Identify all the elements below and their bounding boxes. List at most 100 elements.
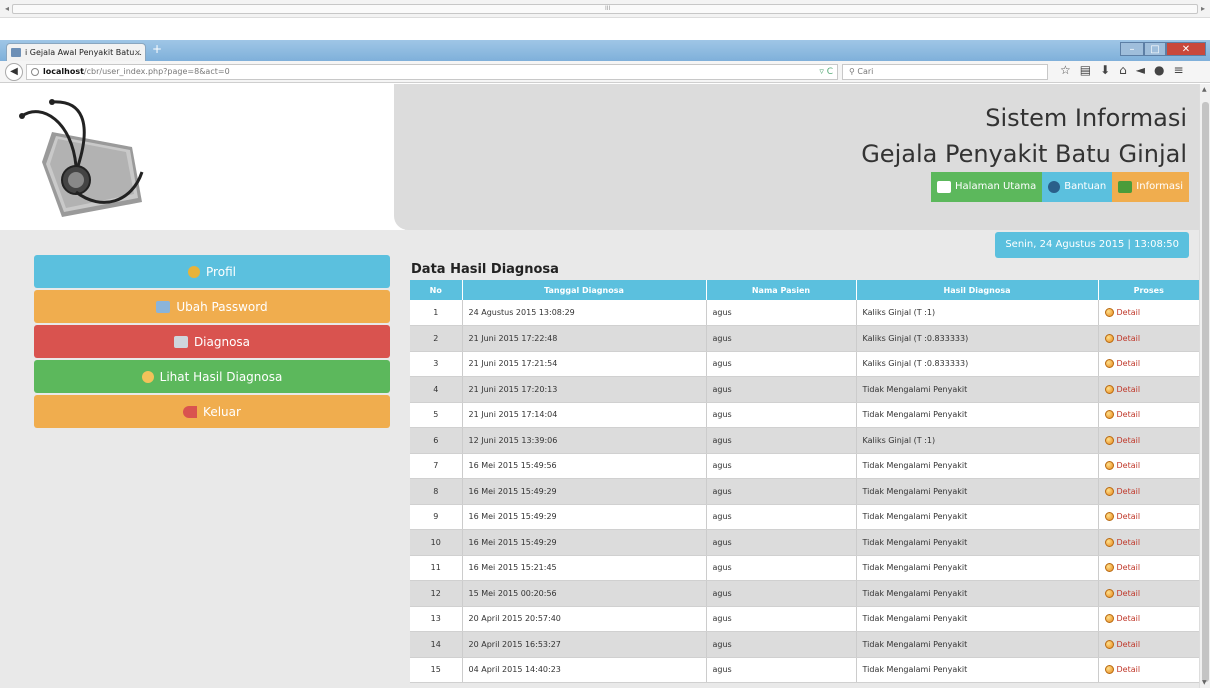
sidebar-item-keluar[interactable]: Keluar xyxy=(34,395,390,428)
detail-label: Detail xyxy=(1116,435,1141,445)
address-bar[interactable]: localhost/cbr/user_index.php?page=8&act=… xyxy=(26,64,838,80)
detail-link[interactable]: Detail xyxy=(1104,410,1200,420)
menu-icon[interactable]: ≡ xyxy=(1174,63,1184,77)
detail-link[interactable]: Detail xyxy=(1104,537,1200,547)
outer-horizontal-scrollbar[interactable]: ◂ III ▸ xyxy=(0,0,1210,18)
scroll-down-icon[interactable]: ▼ xyxy=(1202,679,1207,686)
cell-hasil: Tidak Mengalami Penyakit xyxy=(856,657,1099,683)
sidebar-menu: Profil Ubah Password Diagnosa Lihat Hasi… xyxy=(34,255,390,430)
detail-link[interactable]: Detail xyxy=(1104,333,1200,343)
header-logo-area xyxy=(0,84,405,230)
back-button[interactable]: ◀ xyxy=(5,63,23,81)
sidebar-item-diagnosa[interactable]: Diagnosa xyxy=(34,325,390,358)
scroll-right-icon[interactable]: ▸ xyxy=(1198,3,1208,15)
send-icon[interactable]: ◄ xyxy=(1136,63,1145,77)
nav-label: Halaman Utama xyxy=(955,181,1037,192)
browser-tab[interactable]: i Gejala Awal Penyakit Batu... × xyxy=(6,43,146,61)
nav-bantuan[interactable]: Bantuan xyxy=(1042,172,1113,202)
burger-icon xyxy=(141,370,154,383)
detail-label: Detail xyxy=(1116,410,1141,420)
sidebar-item-ubah-password[interactable]: Ubah Password xyxy=(34,290,390,323)
cell-tanggal: 21 Juni 2015 17:22:48 xyxy=(462,325,707,352)
detail-link[interactable]: Detail xyxy=(1104,665,1200,675)
cell-tanggal: 16 Mei 2015 15:49:29 xyxy=(462,529,707,556)
detail-link[interactable]: Detail xyxy=(1104,639,1200,649)
cell-hasil: Tidak Mengalami Penyakit xyxy=(856,555,1099,581)
detail-link[interactable]: Detail xyxy=(1104,563,1200,573)
detail-label: Detail xyxy=(1116,359,1141,369)
detail-icon xyxy=(1104,563,1114,573)
detail-icon xyxy=(1104,614,1114,624)
detail-link[interactable]: Detail xyxy=(1104,614,1200,624)
col-header-tanggal: Tanggal Diagnosa xyxy=(462,280,707,300)
tab-close-icon[interactable]: × xyxy=(134,44,141,61)
site-title-line1: Sistem Informasi xyxy=(985,104,1187,132)
site-title-line2: Gejala Penyakit Batu Ginjal xyxy=(861,140,1187,168)
detail-link[interactable]: Detail xyxy=(1104,359,1200,369)
table-body: 1 24 Agustus 2015 13:08:29 agus Kaliks Ginj… xyxy=(410,300,1199,683)
page-vertical-scrollbar[interactable]: ▲ ▼ xyxy=(1199,84,1210,688)
sidebar-item-profil[interactable]: Profil xyxy=(34,255,390,288)
detail-label: Detail xyxy=(1116,333,1141,343)
cell-hasil: Kaliks Ginjal (T :1) xyxy=(856,427,1099,454)
detail-link[interactable]: Detail xyxy=(1104,308,1200,317)
home-icon[interactable]: ⌂ xyxy=(1119,63,1127,77)
diagnosis-table: No Tanggal Diagnosa Nama Pasien Hasil Di… xyxy=(410,280,1199,683)
table-row: 5 21 Juni 2015 17:14:04 agus Tidak Mengalam… xyxy=(410,402,1199,428)
cell-tanggal: 04 April 2015 14:40:23 xyxy=(462,657,707,683)
scroll-left-icon[interactable]: ◂ xyxy=(2,3,12,15)
minimize-button[interactable]: – xyxy=(1120,42,1144,56)
detail-link[interactable]: Detail xyxy=(1104,512,1200,522)
detail-label: Detail xyxy=(1116,537,1141,547)
detail-link[interactable]: Detail xyxy=(1104,435,1200,445)
cell-no: 3 xyxy=(410,351,463,377)
detail-icon xyxy=(1104,384,1114,394)
cell-proses: Detail xyxy=(1098,325,1200,352)
bookmark-star-icon[interactable]: ☆ xyxy=(1060,63,1071,77)
bookmarks-list-icon[interactable]: ▤ xyxy=(1080,63,1091,77)
cell-nama: agus xyxy=(706,504,857,530)
cell-no: 12 xyxy=(410,580,463,607)
scroll-up-icon[interactable]: ▲ xyxy=(1202,86,1207,93)
outer-scroll-thumb[interactable]: III xyxy=(12,4,1198,14)
header-banner: Sistem Informasi Gejala Penyakit Batu Gi… xyxy=(394,84,1199,230)
reload-icon[interactable]: ▿ C xyxy=(819,65,833,79)
home-icon xyxy=(937,181,952,193)
new-tab-button[interactable]: + xyxy=(152,42,162,56)
table-row: 10 16 Mei 2015 15:49:29 agus Tidak Mengalam… xyxy=(410,529,1200,556)
cell-hasil: Tidak Mengalami Penyakit xyxy=(856,402,1099,428)
detail-link[interactable]: Detail xyxy=(1104,486,1200,496)
detail-label: Detail xyxy=(1116,639,1141,649)
nav-halaman-utama[interactable]: Halaman Utama xyxy=(931,172,1043,202)
download-icon[interactable]: ⬇ xyxy=(1100,63,1110,77)
cell-no: 8 xyxy=(410,478,463,505)
sidebar-item-label: Keluar xyxy=(203,404,241,419)
cell-nama: agus xyxy=(706,427,857,454)
detail-label: Detail xyxy=(1116,665,1141,675)
cell-tanggal: 16 Mei 2015 15:21:45 xyxy=(462,555,707,581)
page-scroll-thumb[interactable] xyxy=(1202,102,1209,682)
col-header-proses: Proses xyxy=(1098,280,1199,300)
cell-proses: Detail xyxy=(1098,555,1199,581)
chat-icon[interactable]: ● xyxy=(1154,63,1164,77)
cell-proses: Detail xyxy=(1098,606,1199,632)
cell-tanggal: 15 Mei 2015 00:20:56 xyxy=(462,580,707,607)
detail-link[interactable]: Detail xyxy=(1104,588,1200,598)
detail-link[interactable]: Detail xyxy=(1104,384,1200,394)
detail-icon xyxy=(1104,537,1114,547)
close-window-button[interactable]: ✕ xyxy=(1166,42,1206,56)
cell-no: 7 xyxy=(410,453,463,479)
sidebar-item-lihat-hasil-diagnosa[interactable]: Lihat Hasil Diagnosa xyxy=(34,360,390,393)
detail-icon xyxy=(1104,410,1114,420)
detail-icon xyxy=(1104,333,1114,343)
search-input[interactable]: ⚲ Cari xyxy=(842,64,1048,80)
maximize-button[interactable]: □ xyxy=(1144,42,1166,56)
cell-nama: agus xyxy=(706,606,857,632)
detail-link[interactable]: Detail xyxy=(1104,461,1200,471)
detail-icon xyxy=(1104,588,1114,598)
cell-nama: agus xyxy=(706,631,857,658)
cell-hasil: Tidak Mengalami Penyakit xyxy=(856,478,1099,505)
cell-proses: Detail xyxy=(1098,478,1200,505)
nav-informasi[interactable]: Informasi xyxy=(1112,172,1189,202)
detail-icon xyxy=(1104,435,1114,445)
